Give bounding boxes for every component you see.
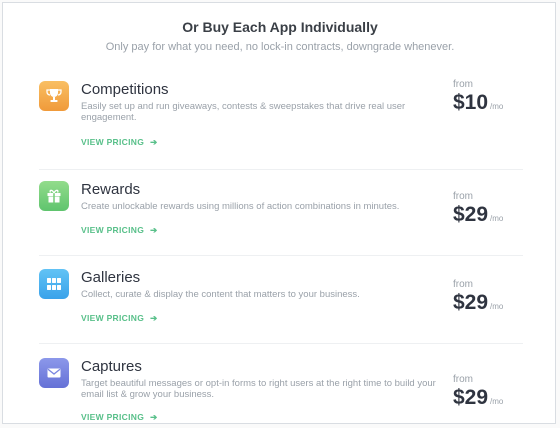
price-value: $29/mo	[453, 204, 523, 230]
arrow-right-icon: ➔	[150, 313, 158, 323]
app-description: Target beautiful messages or opt-in form…	[81, 378, 436, 400]
app-row-captures: Captures Target beautiful messages or op…	[39, 358, 523, 423]
from-label: from	[453, 191, 473, 202]
gift-icon	[39, 181, 69, 211]
link-label: VIEW PRICING	[81, 137, 145, 147]
price-box: from $29/mo	[453, 191, 523, 230]
trophy-icon	[39, 81, 69, 111]
app-description: Create unlockable rewards using millions…	[81, 201, 400, 212]
app-name: Rewards	[81, 181, 141, 198]
price-amount: $10	[453, 91, 489, 114]
from-label: from	[453, 79, 473, 90]
from-label: from	[453, 279, 473, 290]
link-label: VIEW PRICING	[81, 225, 145, 235]
price-amount: $29	[453, 203, 489, 226]
envelope-icon	[39, 358, 69, 388]
view-pricing-link[interactable]: VIEW PRICING ➔	[81, 137, 158, 148]
price-amount: $29	[453, 291, 489, 314]
app-name: Galleries	[81, 269, 141, 286]
app-name: Competitions	[81, 81, 169, 98]
view-pricing-link[interactable]: VIEW PRICING ➔	[81, 412, 158, 423]
app-description: Collect, curate & display the content th…	[81, 289, 360, 300]
app-row-rewards: Rewards Create unlockable rewards using …	[39, 181, 523, 256]
section-subtitle: Only pay for what you need, no lock-in c…	[105, 41, 455, 53]
app-row-galleries: Galleries Collect, curate & display the …	[39, 269, 523, 344]
app-description: Easily set up and run giveaways, contest…	[81, 101, 406, 123]
app-row-competitions: Competitions Easily set up and run givea…	[39, 79, 523, 170]
price-amount: $29	[453, 386, 489, 409]
price-box: from $29/mo	[453, 279, 523, 318]
from-label: from	[453, 374, 473, 385]
price-period: /mo	[490, 102, 504, 111]
price-box: from $10/mo	[453, 79, 523, 118]
app-name: Captures	[81, 358, 142, 375]
price-period: /mo	[490, 214, 504, 223]
section-title: Or Buy Each App Individually	[182, 19, 378, 35]
price-value: $29/mo	[453, 387, 523, 413]
grid-icon	[39, 269, 69, 299]
view-pricing-link[interactable]: VIEW PRICING ➔	[81, 313, 158, 324]
link-label: VIEW PRICING	[81, 412, 145, 422]
view-pricing-link[interactable]: VIEW PRICING ➔	[81, 225, 158, 236]
price-box: from $29/mo	[453, 374, 523, 413]
price-period: /mo	[490, 302, 504, 311]
price-value: $29/mo	[453, 292, 523, 318]
price-period: /mo	[490, 397, 504, 406]
pricing-panel: Or Buy Each App Individually Only pay fo…	[2, 2, 556, 424]
arrow-right-icon: ➔	[150, 225, 158, 235]
arrow-right-icon: ➔	[150, 412, 158, 422]
price-value: $10/mo	[453, 92, 523, 118]
link-label: VIEW PRICING	[81, 313, 145, 323]
arrow-right-icon: ➔	[150, 137, 158, 147]
